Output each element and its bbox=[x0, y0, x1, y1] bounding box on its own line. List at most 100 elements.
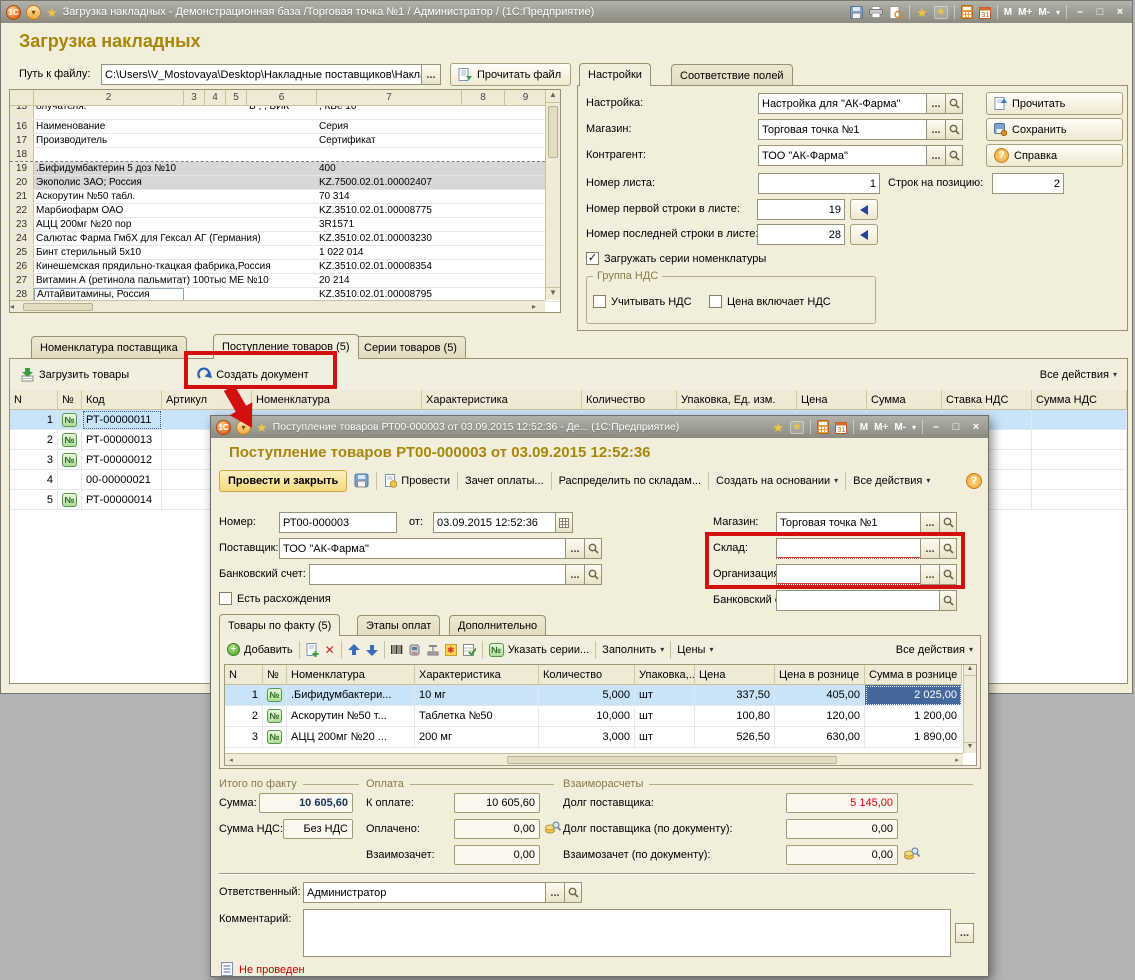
spreadsheet-cell[interactable] bbox=[505, 134, 547, 147]
lookup-icon[interactable] bbox=[940, 512, 957, 533]
spreadsheet-cell[interactable] bbox=[226, 176, 247, 189]
goods-price-cell[interactable]: 337,50 bbox=[695, 685, 775, 706]
spreadsheet-cell[interactable] bbox=[205, 260, 226, 273]
spreadsheet-cell[interactable]: Сертификат bbox=[317, 134, 462, 147]
spreadsheet-cell[interactable] bbox=[34, 148, 184, 161]
payment-offset-button[interactable]: Зачет оплаты... bbox=[465, 475, 544, 487]
spreadsheet-column-header[interactable]: 3 bbox=[184, 90, 205, 106]
document-row-number[interactable]: 1 bbox=[10, 410, 58, 430]
lookup-icon[interactable] bbox=[946, 93, 963, 114]
help-button[interactable]: ? Справка bbox=[986, 144, 1123, 167]
goods-series-flag[interactable]: № bbox=[263, 685, 287, 706]
goods-nomenclature-cell[interactable]: Аскорутин №50 т... bbox=[287, 706, 415, 727]
spreadsheet-cell[interactable] bbox=[247, 148, 317, 161]
scanner-icon[interactable] bbox=[409, 644, 421, 656]
documents-column-header[interactable]: Сумма НДС bbox=[1032, 390, 1127, 410]
document-row-number[interactable]: 2 bbox=[10, 430, 58, 450]
goods-pack-cell[interactable]: шт bbox=[635, 727, 695, 748]
first-row-field[interactable]: 19 bbox=[757, 199, 845, 220]
spreadsheet-column-header[interactable]: 9 bbox=[505, 90, 547, 106]
spreadsheet-cell[interactable]: KZ.3510.02.01.00003230 bbox=[317, 232, 462, 245]
goods-table-header[interactable]: N№НоменклатураХарактеристикаКоличествоУп… bbox=[225, 665, 976, 685]
spreadsheet-cell[interactable] bbox=[226, 120, 247, 133]
spreadsheet-cell[interactable] bbox=[184, 260, 205, 273]
documents-column-header[interactable]: Сумма bbox=[867, 390, 942, 410]
row-number-cell[interactable]: 27 bbox=[10, 274, 34, 287]
documents-table-header[interactable]: N№КодАртикулНоменклатураХарактеристикаКо… bbox=[10, 390, 1127, 410]
spreadsheet-cell[interactable]: 3R1571 bbox=[317, 218, 462, 231]
browse-button[interactable]: ... bbox=[566, 564, 585, 585]
number-field[interactable]: РТ00-000003 bbox=[279, 512, 397, 533]
vat-included-checkbox[interactable] bbox=[709, 295, 722, 308]
spreadsheet-cell[interactable] bbox=[226, 162, 247, 175]
spreadsheet-cell[interactable] bbox=[205, 274, 226, 287]
spreadsheet-cell[interactable] bbox=[247, 190, 317, 203]
browse-button[interactable]: ... bbox=[927, 93, 946, 114]
spreadsheet-cell[interactable]: Производитель bbox=[34, 134, 184, 147]
spreadsheet-cell[interactable]: олучателя: bbox=[34, 106, 184, 120]
goods-series-flag[interactable]: № bbox=[263, 706, 287, 727]
read-file-button[interactable]: Прочитать файл bbox=[450, 63, 571, 86]
file-path-value[interactable]: C:\Users\V_Mostovaya\Desktop\Накладные п… bbox=[101, 64, 422, 85]
load-series-checkbox[interactable]: ✓ bbox=[586, 252, 599, 265]
document-row-number[interactable]: 3 bbox=[10, 450, 58, 470]
browse-button[interactable]: ... bbox=[921, 512, 940, 533]
calendar-icon[interactable]: 31 bbox=[835, 421, 847, 434]
goods-price-cell[interactable]: 526,50 bbox=[695, 727, 775, 748]
spreadsheet-cell[interactable] bbox=[184, 232, 205, 245]
spreadsheet-cell[interactable] bbox=[462, 260, 505, 273]
spreadsheet-column-header[interactable]: 8 bbox=[462, 90, 505, 106]
spreadsheet-cell[interactable] bbox=[247, 134, 317, 147]
spreadsheet-cell[interactable]: Экополис ЗАО; Россия bbox=[34, 176, 184, 189]
tab-goods-by-fact[interactable]: Товары по факту (5) bbox=[219, 614, 340, 636]
row-number-cell[interactable]: 15 bbox=[10, 106, 34, 120]
scroll-left-icon[interactable]: ◂ bbox=[10, 302, 23, 311]
goods-quantity-cell[interactable]: 10,000 bbox=[539, 706, 635, 727]
discrepancies-checkbox[interactable] bbox=[219, 592, 232, 605]
spreadsheet-cell[interactable]: Бинт стерильный 5х10 bbox=[34, 246, 184, 259]
add-favorite-icon[interactable]: ★ bbox=[772, 421, 784, 434]
spreadsheet-cell[interactable]: 20 214 bbox=[317, 274, 462, 287]
print-preview-icon[interactable] bbox=[889, 6, 903, 19]
all-actions-button[interactable]: Все действия▾ bbox=[853, 475, 930, 487]
load-goods-button[interactable]: Загрузить товары bbox=[20, 367, 129, 382]
fill-table-icon[interactable] bbox=[463, 644, 476, 656]
spreadsheet-cell[interactable] bbox=[226, 232, 247, 245]
spreadsheet-cell[interactable] bbox=[205, 148, 226, 161]
document-row-number[interactable]: 5 bbox=[10, 490, 58, 510]
spreadsheet-cell[interactable] bbox=[205, 246, 226, 259]
spreadsheet-cell[interactable] bbox=[205, 120, 226, 133]
bank-account2-field[interactable] bbox=[776, 590, 957, 611]
document-code-cell[interactable]: РТ-00000012 bbox=[82, 450, 162, 470]
spreadsheet-column-header[interactable]: 6 bbox=[247, 90, 317, 106]
lookup-icon[interactable] bbox=[565, 882, 582, 903]
lookup-icon[interactable] bbox=[585, 564, 602, 585]
browse-button[interactable]: ... bbox=[927, 145, 946, 166]
maximize-button[interactable]: □ bbox=[949, 421, 963, 433]
spreadsheet-cell[interactable] bbox=[226, 134, 247, 147]
goods-horizontal-scrollbar[interactable]: ◂ ▸ bbox=[225, 753, 963, 765]
spreadsheet-cell[interactable] bbox=[505, 218, 547, 231]
minimize-button[interactable]: – bbox=[929, 421, 943, 433]
row-number-cell[interactable]: 26 bbox=[10, 260, 34, 273]
goods-quantity-cell[interactable]: 5,000 bbox=[539, 685, 635, 706]
tab-payment-stages[interactable]: Этапы оплат bbox=[357, 615, 440, 636]
spreadsheet-cell[interactable] bbox=[205, 162, 226, 175]
spreadsheet-cell[interactable] bbox=[184, 246, 205, 259]
goods-row-number[interactable]: 3 bbox=[225, 727, 263, 748]
supplier-spreadsheet[interactable]: 23456789 15олучателя:В , , БИК, КБе 1016… bbox=[9, 89, 561, 313]
sheet-number-field[interactable]: 1 bbox=[758, 173, 880, 194]
spreadsheet-column-header[interactable]: 4 bbox=[205, 90, 226, 106]
spreadsheet-cell[interactable] bbox=[226, 190, 247, 203]
spreadsheet-cell[interactable] bbox=[505, 232, 547, 245]
tab-goods-series[interactable]: Серии товаров (5) bbox=[355, 336, 466, 359]
store-field[interactable]: Торговая точка №1 ... bbox=[776, 512, 957, 533]
spreadsheet-cell[interactable]: Салютас Фарма ГмбХ для Гексал АГ (Герман… bbox=[34, 232, 184, 245]
supplier-field[interactable]: ТОО "АК-Фарма" ... bbox=[279, 538, 602, 559]
documents-column-header[interactable]: N bbox=[10, 390, 58, 410]
memory-button[interactable]: M bbox=[1004, 7, 1012, 18]
distribute-warehouses-button[interactable]: Распределить по складам... bbox=[559, 475, 701, 487]
scroll-right-icon[interactable]: ▸ bbox=[951, 756, 963, 764]
goods-retail-price-cell[interactable]: 405,00 bbox=[775, 685, 865, 706]
spreadsheet-cell[interactable] bbox=[226, 106, 247, 120]
